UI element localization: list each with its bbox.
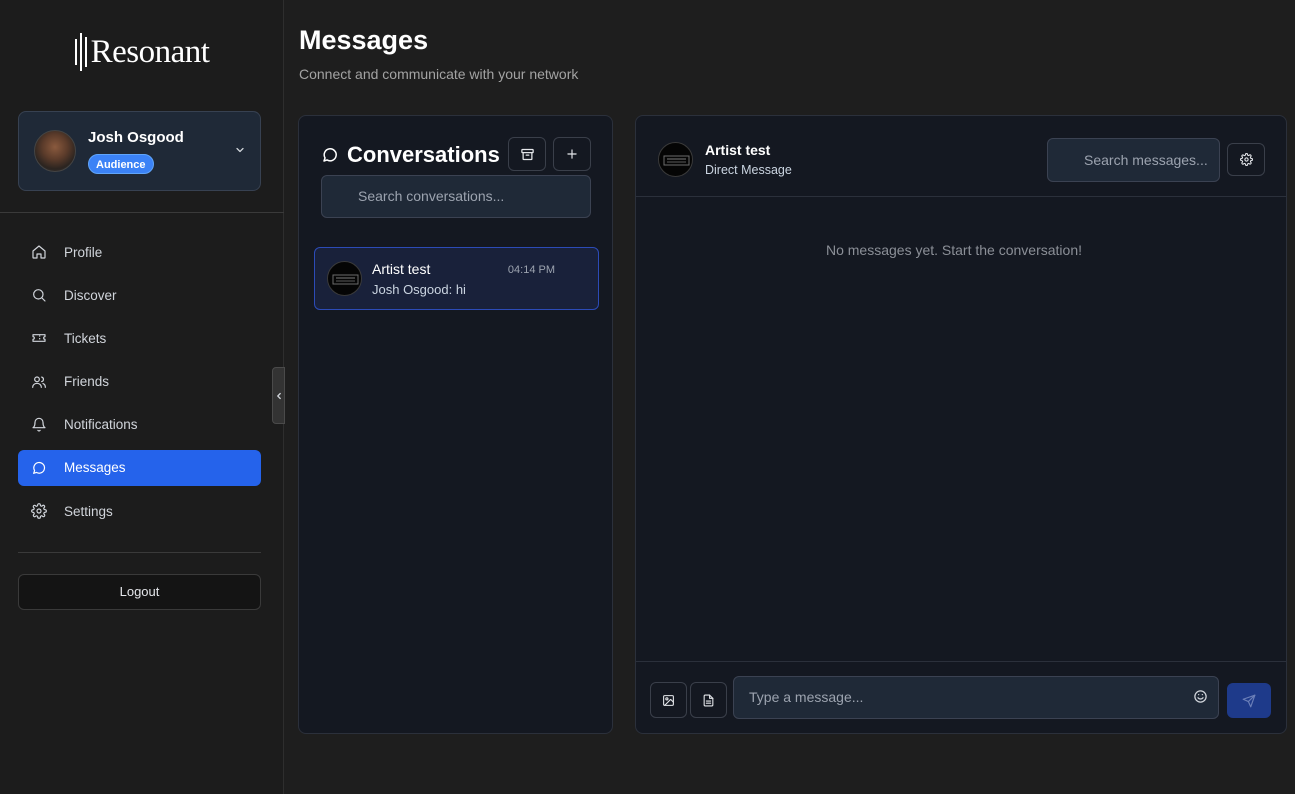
user-avatar (34, 130, 76, 172)
conversation-preview: Josh Osgood: hi (372, 282, 466, 297)
message-input-placeholder: Type a message... (749, 689, 864, 705)
chat-avatar (658, 142, 693, 177)
logo-mark-icon (74, 32, 87, 72)
gear-icon (1239, 153, 1253, 166)
bell-icon (31, 417, 47, 433)
nav-item-label: Discover (64, 287, 117, 303)
chat-header: Artist test Direct Message Search messag… (636, 116, 1286, 197)
send-button[interactable] (1227, 683, 1271, 718)
archive-icon (520, 147, 535, 162)
plus-icon (565, 147, 579, 161)
user-profile-card[interactable]: Josh Osgood Audience (18, 111, 261, 191)
conversation-search-input[interactable]: Search conversations... (321, 175, 591, 218)
send-icon (1242, 694, 1256, 708)
ticket-icon (31, 330, 47, 346)
message-input[interactable]: Type a message... (733, 676, 1219, 719)
conversation-time: 04:14 PM (507, 264, 555, 276)
chat-bubble-icon (321, 146, 339, 164)
nav-item-label: Profile (64, 244, 103, 260)
nav-item-friends[interactable]: Friends (18, 364, 261, 400)
nav-item-settings[interactable]: Settings (18, 493, 261, 529)
conversations-header: Conversations (321, 142, 500, 168)
conversation-avatar (327, 261, 362, 296)
conversation-list-item[interactable]: Artist test 04:14 PM Josh Osgood: hi (314, 247, 599, 310)
chat-panel: Artist test Direct Message Search messag… (635, 115, 1287, 734)
nav-item-tickets[interactable]: Tickets (18, 320, 261, 356)
divider (18, 552, 261, 553)
conversations-panel: Conversations Search conversations... Ar… (298, 115, 613, 734)
divider (636, 661, 1286, 662)
sidebar-collapse-button[interactable] (272, 367, 285, 424)
search-icon (31, 287, 47, 303)
conversation-name: Artist test (372, 261, 431, 277)
main-nav: Profile Discover Tickets Friends Notific… (18, 234, 261, 536)
home-icon (31, 244, 47, 260)
image-icon (662, 694, 675, 707)
gear-icon (31, 503, 47, 519)
nav-item-label: Notifications (64, 417, 138, 433)
nav-item-discover[interactable]: Discover (18, 277, 261, 313)
divider (0, 212, 284, 213)
role-badge: Audience (88, 154, 154, 174)
chevron-left-icon (274, 391, 284, 401)
chevron-down-icon[interactable] (234, 144, 246, 156)
app-logo[interactable]: Resonant (0, 30, 284, 74)
attach-image-button[interactable] (650, 682, 687, 718)
chat-type-label: Direct Message (705, 163, 792, 177)
chat-settings-button[interactable] (1227, 143, 1265, 176)
user-name: Josh Osgood (88, 129, 184, 146)
emoji-icon[interactable] (1193, 689, 1208, 704)
nav-item-label: Messages (64, 460, 126, 476)
page-subtitle: Connect and communicate with your networ… (299, 66, 579, 82)
sidebar: Resonant Josh Osgood Audience Profile Di… (0, 0, 284, 794)
message-search-input[interactable]: Search messages... (1047, 138, 1220, 182)
nav-item-label: Tickets (64, 330, 107, 346)
new-conversation-button[interactable] (553, 137, 591, 171)
nav-item-messages[interactable]: Messages (18, 449, 261, 486)
chat-contact-name: Artist test (705, 142, 771, 158)
empty-state-text: No messages yet. Start the conversation! (825, 242, 1082, 258)
page-title: Messages (299, 25, 429, 55)
nav-item-label: Settings (64, 503, 113, 519)
app-name: Resonant (90, 33, 210, 70)
nav-item-profile[interactable]: Profile (18, 234, 261, 270)
logout-button[interactable]: Logout (18, 574, 261, 610)
archive-button[interactable] (508, 137, 546, 171)
conversations-title: Conversations (347, 142, 500, 167)
chat-bubble-icon (31, 460, 47, 476)
nav-item-label: Friends (64, 374, 110, 390)
attach-file-button[interactable] (690, 682, 727, 718)
nav-item-notifications[interactable]: Notifications (18, 407, 261, 443)
users-icon (31, 374, 47, 390)
file-icon (702, 694, 715, 707)
